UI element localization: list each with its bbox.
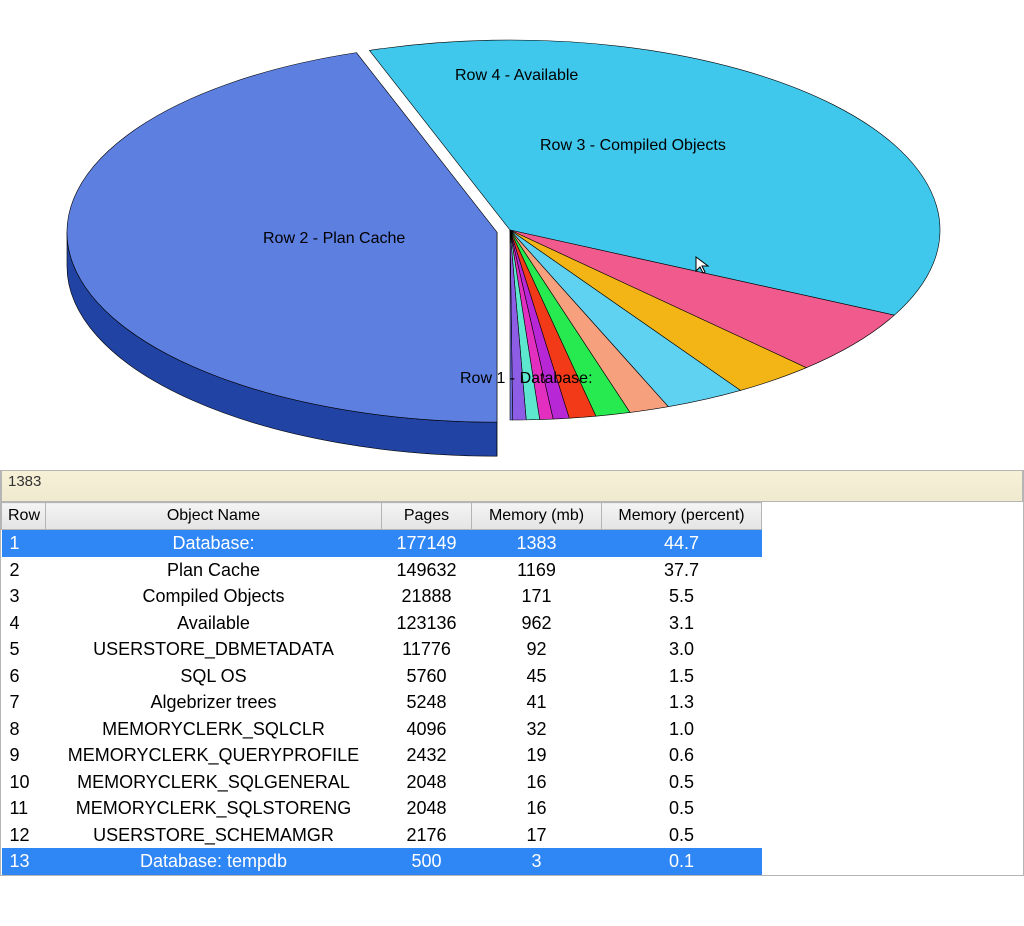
cell-mb: 32: [472, 716, 602, 743]
cell-pct: 1.0: [602, 716, 762, 743]
cell-pct: 44.7: [602, 530, 762, 557]
col-row[interactable]: Row: [2, 503, 46, 530]
cell-mb: 17: [472, 822, 602, 849]
table-row[interactable]: 6SQL OS5760451.5: [2, 663, 762, 690]
cell-pct: 1.3: [602, 689, 762, 716]
table-row[interactable]: 11MEMORYCLERK_SQLSTORENG2048160.5: [2, 795, 762, 822]
cell-name: Algebrizer trees: [46, 689, 382, 716]
cell-pages: 500: [382, 848, 472, 875]
cell-mb: 41: [472, 689, 602, 716]
cell-pct: 0.6: [602, 742, 762, 769]
cell-name: Database:: [46, 530, 382, 557]
slice-label-compiled: Row 3 - Compiled Objects: [540, 137, 726, 155]
cell-name: Compiled Objects: [46, 583, 382, 610]
cell-mb: 16: [472, 795, 602, 822]
cell-name: MEMORYCLERK_SQLCLR: [46, 716, 382, 743]
cell-pct: 0.1: [602, 848, 762, 875]
cell-pages: 11776: [382, 636, 472, 663]
slice-label-database: Row 1 - Database:: [460, 370, 593, 388]
cell-pages: 5248: [382, 689, 472, 716]
table-row[interactable]: 5USERSTORE_DBMETADATA11776923.0: [2, 636, 762, 663]
cell-row: 11: [2, 795, 46, 822]
cell-pct: 0.5: [602, 822, 762, 849]
cell-pages: 149632: [382, 557, 472, 584]
table-row[interactable]: 9MEMORYCLERK_QUERYPROFILE2432190.6: [2, 742, 762, 769]
table-row[interactable]: 1Database:177149138344.7: [2, 530, 762, 557]
slice-label-available: Row 4 - Available: [455, 67, 578, 85]
col-pages[interactable]: Pages: [382, 503, 472, 530]
cell-row: 4: [2, 610, 46, 637]
pie-chart: Row 1 - Database: Row 2 - Plan Cache Row…: [0, 0, 1024, 470]
cell-row: 9: [2, 742, 46, 769]
col-memory-mb[interactable]: Memory (mb): [472, 503, 602, 530]
slice-label-plan-cache: Row 2 - Plan Cache: [263, 230, 405, 248]
cell-row: 12: [2, 822, 46, 849]
table-row[interactable]: 4Available1231369623.1: [2, 610, 762, 637]
table-row[interactable]: 10MEMORYCLERK_SQLGENERAL2048160.5: [2, 769, 762, 796]
table-row[interactable]: 2Plan Cache149632116937.7: [2, 557, 762, 584]
cell-pct: 3.0: [602, 636, 762, 663]
cell-row: 5: [2, 636, 46, 663]
cell-mb: 171: [472, 583, 602, 610]
cell-pages: 5760: [382, 663, 472, 690]
cell-pct: 5.5: [602, 583, 762, 610]
cell-row: 13: [2, 848, 46, 875]
cell-name: Available: [46, 610, 382, 637]
table-row[interactable]: 7Algebrizer trees5248411.3: [2, 689, 762, 716]
cell-pct: 0.5: [602, 795, 762, 822]
cell-row: 8: [2, 716, 46, 743]
cell-pct: 1.5: [602, 663, 762, 690]
cell-row: 6: [2, 663, 46, 690]
cell-pages: 21888: [382, 583, 472, 610]
cell-pct: 3.1: [602, 610, 762, 637]
cell-pages: 2176: [382, 822, 472, 849]
table-row[interactable]: 8MEMORYCLERK_SQLCLR4096321.0: [2, 716, 762, 743]
table-row[interactable]: 13Database: tempdb50030.1: [2, 848, 762, 875]
cell-pct: 0.5: [602, 769, 762, 796]
col-name[interactable]: Object Name: [46, 503, 382, 530]
cell-pages: 2048: [382, 795, 472, 822]
cell-pages: 177149: [382, 530, 472, 557]
cell-pct: 37.7: [602, 557, 762, 584]
cell-name: USERSTORE_DBMETADATA: [46, 636, 382, 663]
cell-name: MEMORYCLERK_SQLGENERAL: [46, 769, 382, 796]
cell-pages: 4096: [382, 716, 472, 743]
table-row[interactable]: 12USERSTORE_SCHEMAMGR2176170.5: [2, 822, 762, 849]
cell-mb: 962: [472, 610, 602, 637]
cell-row: 3: [2, 583, 46, 610]
cell-name: USERSTORE_SCHEMAMGR: [46, 822, 382, 849]
memory-table: Row Object Name Pages Memory (mb) Memory…: [1, 502, 762, 875]
cell-name: MEMORYCLERK_QUERYPROFILE: [46, 742, 382, 769]
cell-pages: 2048: [382, 769, 472, 796]
cell-pages: 2432: [382, 742, 472, 769]
cell-name: MEMORYCLERK_SQLSTORENG: [46, 795, 382, 822]
cell-name: Plan Cache: [46, 557, 382, 584]
cell-mb: 19: [472, 742, 602, 769]
cell-row: 7: [2, 689, 46, 716]
cell-row: 10: [2, 769, 46, 796]
cell-name: Database: tempdb: [46, 848, 382, 875]
cell-mb: 92: [472, 636, 602, 663]
cell-mb: 45: [472, 663, 602, 690]
cell-row: 2: [2, 557, 46, 584]
table-row[interactable]: 3Compiled Objects218881715.5: [2, 583, 762, 610]
cell-mb: 3: [472, 848, 602, 875]
col-memory-pct[interactable]: Memory (percent): [602, 503, 762, 530]
cell-pages: 123136: [382, 610, 472, 637]
cell-mb: 16: [472, 769, 602, 796]
cell-name: SQL OS: [46, 663, 382, 690]
status-bar-value: 1383: [1, 470, 1023, 502]
cell-row: 1: [2, 530, 46, 557]
cell-mb: 1383: [472, 530, 602, 557]
cell-mb: 1169: [472, 557, 602, 584]
